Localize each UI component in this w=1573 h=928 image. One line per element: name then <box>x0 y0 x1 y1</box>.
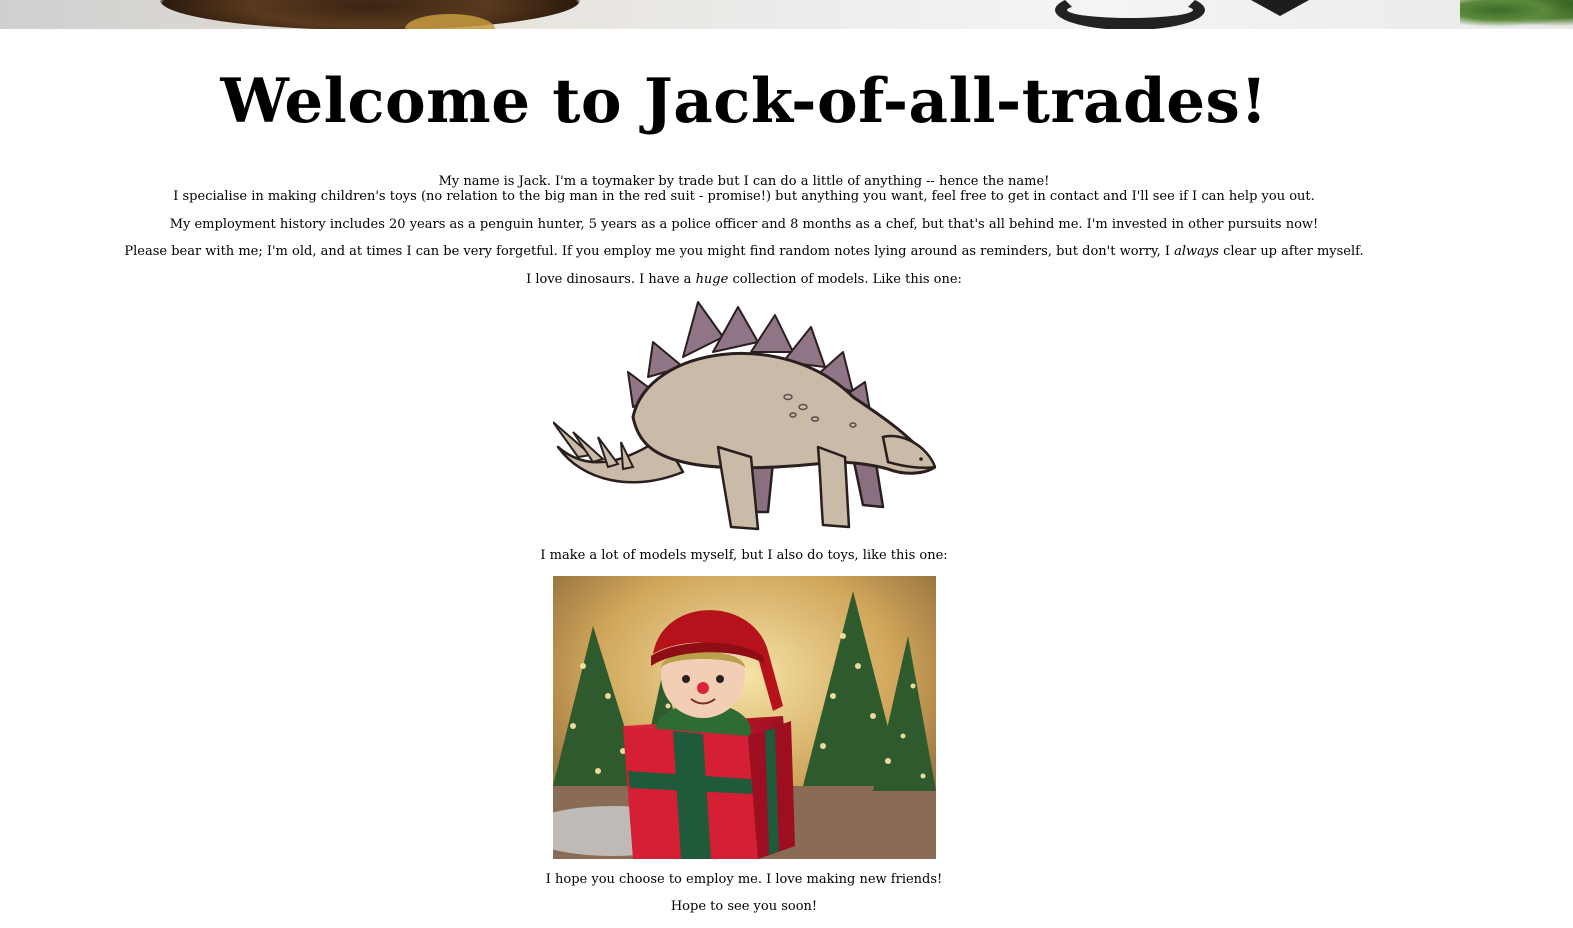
intro-line-2: I specialise in making children's toys (… <box>173 189 1315 204</box>
coffee-cup-shape <box>160 0 580 29</box>
farewell-paragraph: Hope to see you soon! <box>670 899 818 914</box>
stegosaurus-image <box>552 297 937 537</box>
dinosaurs-text-before: I love dinosaurs. I have a <box>526 272 696 287</box>
header-banner-image <box>0 0 1573 29</box>
page-title: Welcome to Jack-of-all-trades! <box>220 66 1268 137</box>
bear-with-me-text-after: clear up after myself. <box>1218 244 1364 259</box>
dark-object-shape <box>1055 0 1205 29</box>
bear-with-me-paragraph: Please bear with me; I'm old, and at tim… <box>0 244 1488 259</box>
elf-toy-in-gift-box-icon <box>553 576 936 859</box>
elf-toy-image <box>553 576 936 859</box>
dinosaurs-paragraph: I love dinosaurs. I have a huge collecti… <box>0 272 1488 287</box>
dark-object-shape-2 <box>1240 0 1320 16</box>
employment-paragraph: My employment history includes 20 years … <box>169 217 1319 232</box>
plant-leaves <box>1460 0 1573 29</box>
dinosaurs-text-after: collection of models. Like this one: <box>728 272 962 287</box>
bear-with-me-emphasis: always <box>1174 244 1219 259</box>
toys-intro-paragraph: I make a lot of models myself, but I als… <box>540 548 948 563</box>
stegosaurus-icon <box>552 301 937 531</box>
bear-with-me-text-before: Please bear with me; I'm old, and at tim… <box>124 244 1175 259</box>
hope-employ-paragraph: I hope you choose to employ me. I love m… <box>545 872 943 887</box>
dinosaurs-emphasis: huge <box>695 272 729 287</box>
intro-line-1: My name is Jack. I'm a toymaker by trade… <box>438 174 1050 189</box>
